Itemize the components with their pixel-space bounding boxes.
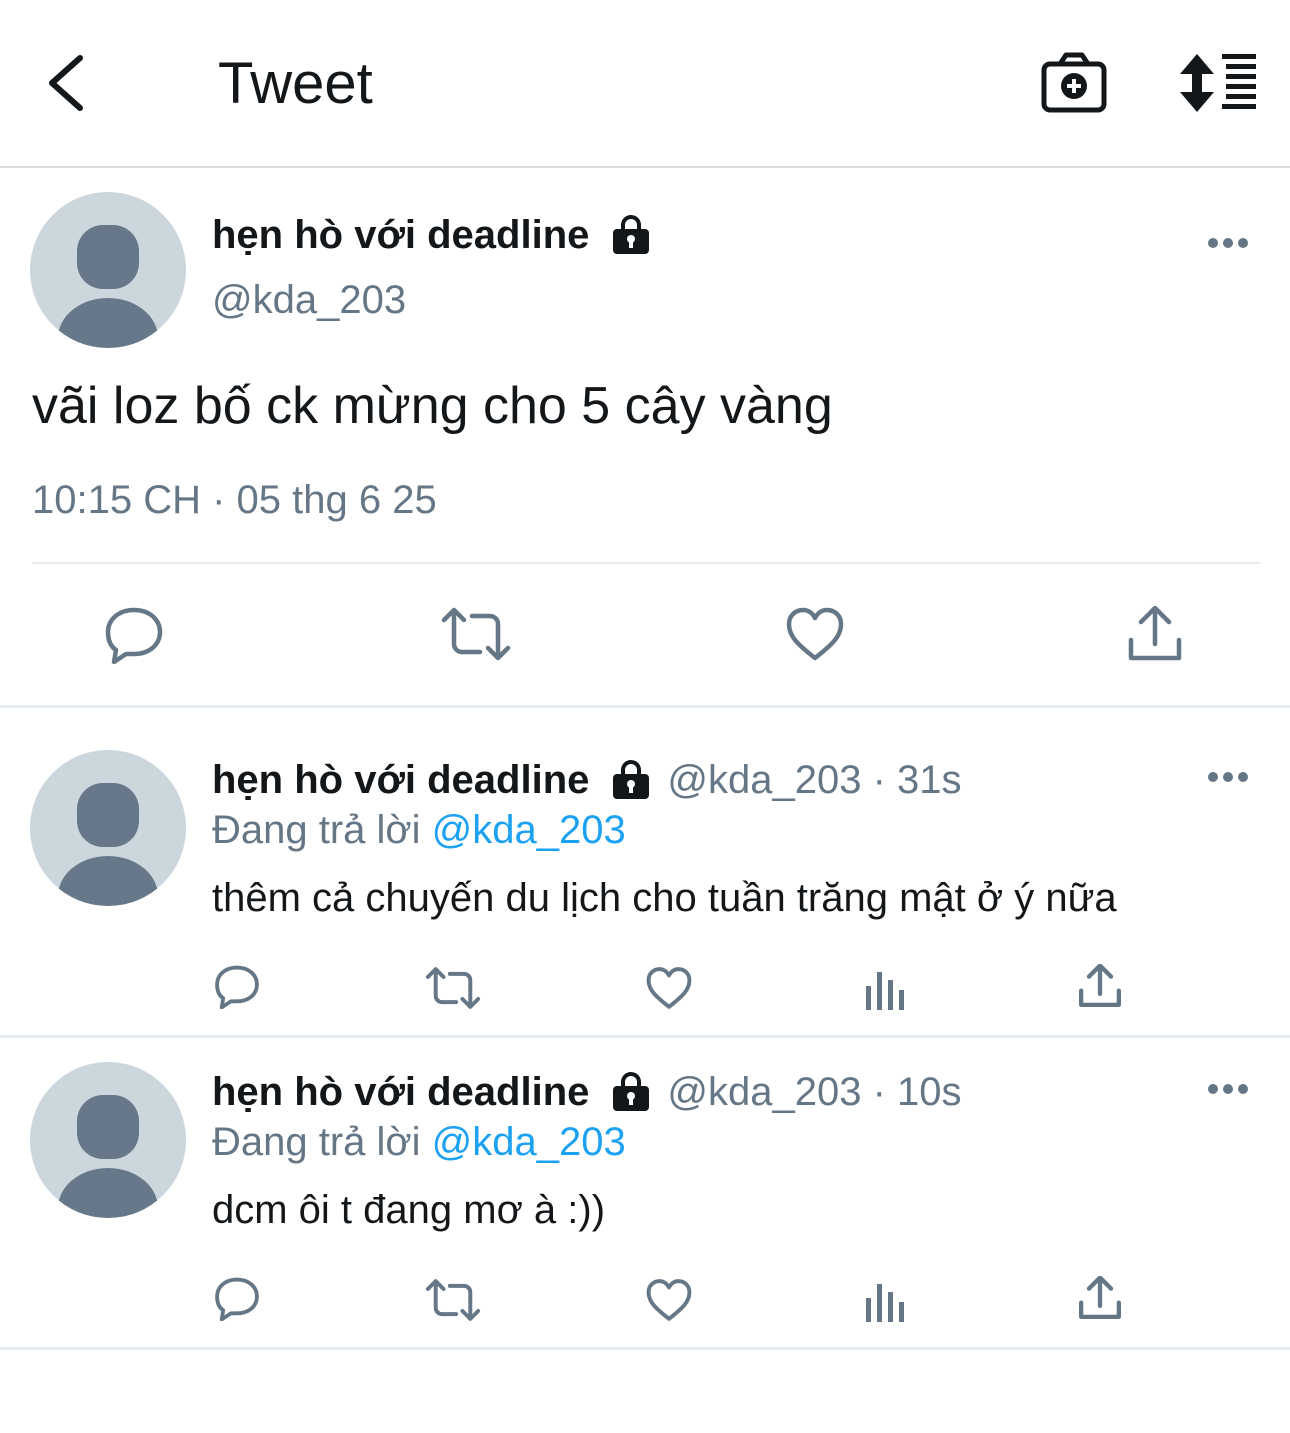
replying-to: Đang trả lời @kda_203: [212, 1120, 626, 1165]
camera-icon[interactable]: [1040, 50, 1108, 116]
avatar-head: [77, 225, 139, 289]
author-row: hẹn hò với deadline @kda_203 · 10s: [212, 1067, 962, 1117]
display-name[interactable]: hẹn hò với deadline: [212, 213, 589, 258]
lock-icon: [613, 760, 650, 799]
main-tweet: hẹn hò với deadline @kda_203 vãi loz bố …: [0, 170, 1290, 708]
lock-icon: [613, 1072, 650, 1111]
back-icon[interactable]: [40, 50, 96, 116]
author-row: hẹn hò với deadline: [212, 210, 651, 260]
analytics-icon[interactable]: [863, 1278, 907, 1322]
like-icon[interactable]: [645, 1278, 693, 1322]
like-icon[interactable]: [645, 966, 693, 1010]
retweet-icon[interactable]: [424, 966, 482, 1010]
divider: [32, 562, 1260, 564]
avatar-body: [58, 856, 158, 906]
more-options-icon[interactable]: [1208, 1083, 1248, 1095]
lock-icon: [613, 215, 650, 254]
tweet-timestamp: 10:15 CH · 05 thg 6 25: [32, 478, 437, 522]
mention-link[interactable]: @kda_203: [432, 1120, 626, 1164]
share-icon[interactable]: [1078, 964, 1122, 1008]
page-title: Tweet: [218, 51, 373, 116]
reply-icon[interactable]: [214, 963, 260, 1009]
reply-icon[interactable]: [214, 1275, 260, 1321]
share-icon[interactable]: [1127, 606, 1183, 662]
avatar[interactable]: [30, 192, 186, 348]
avatar[interactable]: [30, 1062, 186, 1218]
author-row: hẹn hò với deadline @kda_203 · 31s: [212, 755, 962, 805]
more-options-icon[interactable]: [1208, 771, 1248, 783]
sort-icon[interactable]: [1180, 54, 1260, 112]
avatar[interactable]: [30, 750, 186, 906]
reply-tweet[interactable]: hẹn hò với deadline @kda_203 · 31s Đang …: [0, 708, 1290, 1038]
more-options-icon[interactable]: [1208, 237, 1248, 249]
like-icon[interactable]: [785, 606, 845, 662]
tweet-text: thêm cả chuyến du lịch cho tuần trăng mậ…: [212, 876, 1117, 920]
replying-label: Đang trả lời: [212, 808, 432, 852]
avatar-head: [77, 783, 139, 847]
display-name[interactable]: hẹn hò với deadline: [212, 1070, 589, 1115]
tweet-text: dcm ôi t đang mơ à :)): [212, 1188, 606, 1232]
avatar-body: [58, 1168, 158, 1218]
avatar-body: [58, 298, 158, 348]
handle[interactable]: @kda_203: [212, 278, 406, 323]
replying-label: Đang trả lời: [212, 1120, 432, 1164]
handle-time[interactable]: @kda_203 · 10s: [667, 1070, 961, 1115]
tweet-text: vãi loz bố ck mừng cho 5 cây vàng: [32, 377, 833, 435]
reply-tweet[interactable]: hẹn hò với deadline @kda_203 · 10s Đang …: [0, 1038, 1290, 1350]
handle-time[interactable]: @kda_203 · 31s: [667, 758, 961, 803]
mention-link[interactable]: @kda_203: [432, 808, 626, 852]
analytics-icon[interactable]: [863, 966, 907, 1010]
share-icon[interactable]: [1078, 1276, 1122, 1320]
replying-to: Đang trả lời @kda_203: [212, 808, 626, 853]
reply-icon[interactable]: [104, 604, 164, 664]
retweet-icon[interactable]: [440, 606, 512, 662]
avatar-head: [77, 1095, 139, 1159]
display-name[interactable]: hẹn hò với deadline: [212, 758, 589, 803]
top-bar: Tweet: [0, 0, 1290, 168]
retweet-icon[interactable]: [424, 1278, 482, 1322]
